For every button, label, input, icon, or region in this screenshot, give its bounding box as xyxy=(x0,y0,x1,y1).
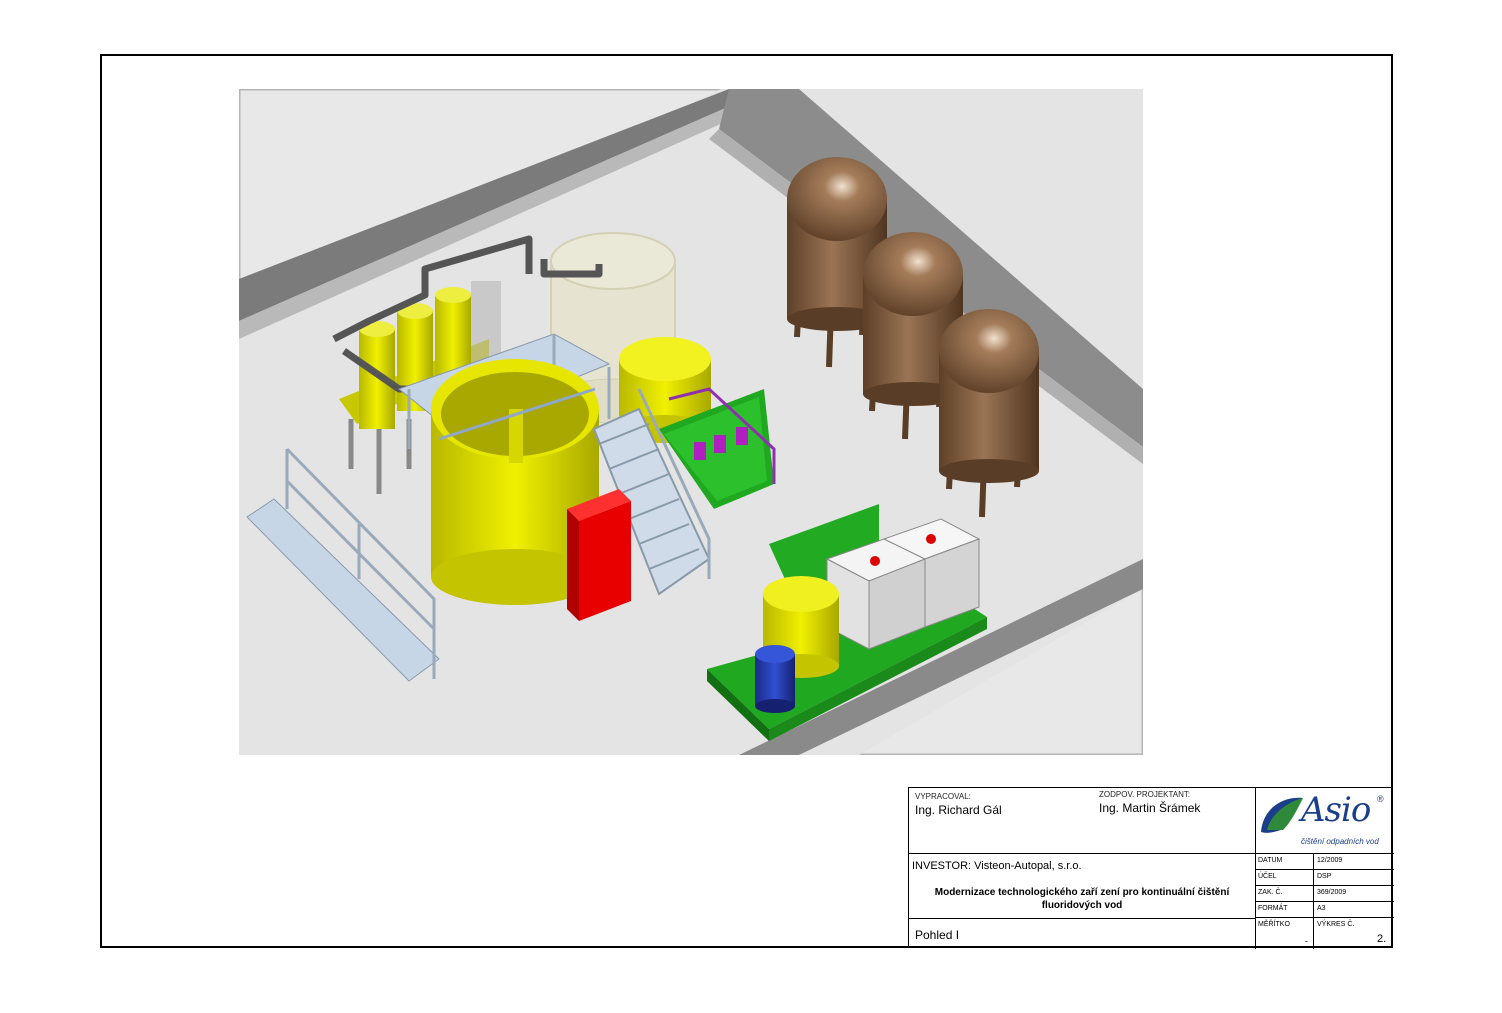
responsible-designer-name: Ing. Martin Šrámek xyxy=(1099,801,1201,815)
purpose-value: DSP xyxy=(1317,873,1332,880)
date-value: 12/2009 xyxy=(1317,857,1343,864)
author-name: Ing. Richard Gál xyxy=(915,803,1002,817)
electrical-cabinet xyxy=(567,489,631,621)
company-logo: Asio ® čištění odpadních vod xyxy=(1257,790,1392,852)
project-title-line-1: Modernizace technologického zaří zení pr… xyxy=(934,887,1230,898)
author-label: VYPRACOVAL: xyxy=(915,792,971,801)
project-title: Modernizace technologického zaří zení pr… xyxy=(909,886,1255,912)
order-number-value: 369/2009 xyxy=(1317,889,1347,896)
project-title-line-2: fluoridových vod xyxy=(1041,900,1123,911)
registered-mark: ® xyxy=(1377,794,1384,804)
scale-value: - xyxy=(1305,936,1308,946)
ibc-container-1 xyxy=(825,538,927,650)
order-number-label: ZAK. Č. xyxy=(1258,889,1283,896)
investor-line: INVESTOR: Visteon-Autopal, s.r.o. xyxy=(912,860,1082,872)
logo-tagline: čištění odpadních vod xyxy=(1301,837,1379,846)
investor-label: INVESTOR: xyxy=(912,860,972,872)
title-block: VYPRACOVAL: Ing. Richard Gál ZODPOV. PRO… xyxy=(908,787,1394,949)
format-label: FORMÁT xyxy=(1258,905,1288,912)
plant-3d-view xyxy=(239,89,1143,755)
view-name: Pohled I xyxy=(915,928,960,942)
blue-barrel xyxy=(755,645,795,713)
format-value: A3 xyxy=(1317,905,1326,912)
drawing-number-value: 2. xyxy=(1377,933,1387,945)
investor-name: Visteon-Autopal, s.r.o. xyxy=(974,860,1082,872)
purpose-label: ÚČEL xyxy=(1258,873,1277,880)
logo-wordmark: Asio xyxy=(1301,790,1371,830)
responsible-designer-label: ZODPOV. PROJEKTANT: xyxy=(1099,790,1191,799)
drawing-number-label: VÝKRES Č. xyxy=(1317,921,1355,928)
scale-label: MĚŘÍTKO xyxy=(1258,921,1290,928)
date-label: DATUM xyxy=(1258,857,1283,864)
